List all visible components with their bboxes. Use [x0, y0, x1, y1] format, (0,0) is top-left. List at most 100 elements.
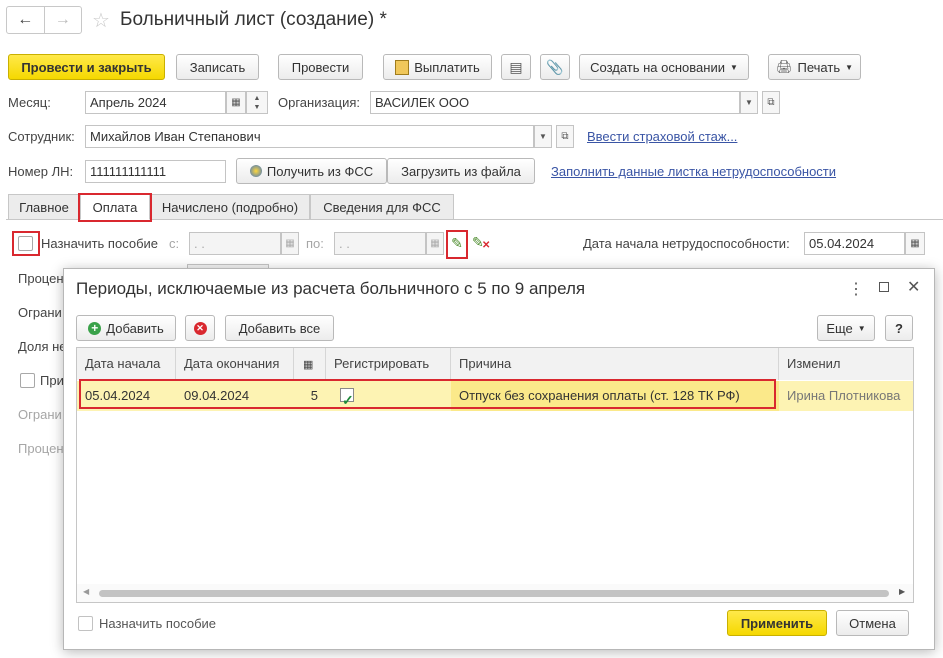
- org-open-button[interactable]: ⧉: [762, 91, 780, 114]
- list-icon: ▤: [509, 58, 523, 75]
- add-label: Добавить: [106, 320, 164, 336]
- apply-button[interactable]: Применить: [727, 610, 827, 636]
- get-fss-label: Получить из ФСС: [266, 163, 374, 179]
- employee-input[interactable]: Михайлов Иван Степанович: [85, 125, 534, 148]
- save-label: Записать: [189, 59, 246, 75]
- tab-accrued[interactable]: Начислено (подробно): [150, 194, 310, 220]
- add-all-button[interactable]: Добавить все: [225, 315, 334, 341]
- calendar-icon: ▦: [430, 238, 440, 249]
- month-input[interactable]: Апрель 2024: [85, 91, 226, 114]
- apply-label: Применить: [740, 615, 814, 631]
- employee-open-button[interactable]: ⧉: [556, 125, 574, 148]
- paperclip-icon: 📎: [546, 58, 564, 75]
- dialog-menu-icon[interactable]: ⋮: [848, 279, 864, 299]
- edit-periods-highlight: [446, 230, 468, 259]
- print-button[interactable]: 🖨 Печать ▼: [768, 54, 861, 80]
- star-icon[interactable]: ☆: [92, 8, 110, 33]
- dialog-title: Периоды, исключаемые из расчета больничн…: [76, 279, 586, 298]
- load-file-label: Загрузить из файла: [401, 163, 521, 179]
- employee-label: Сотрудник:: [8, 129, 75, 144]
- help-label: ?: [895, 320, 903, 336]
- col-days[interactable]: ▦: [294, 348, 326, 380]
- fss-icon: [249, 165, 262, 177]
- dropdown-arrow-icon: ▼: [539, 132, 547, 141]
- post-and-close-label: Провести и закрыть: [21, 59, 152, 75]
- calendar-icon: ▦: [285, 238, 295, 249]
- org-label: Организация:: [278, 95, 361, 110]
- add-button[interactable]: + Добавить: [76, 315, 176, 341]
- calendar-icon: ▦: [910, 238, 920, 249]
- dropdown-arrow-icon: ▼: [745, 98, 753, 107]
- col-start-date[interactable]: Дата начала: [77, 348, 176, 380]
- col-changed-by[interactable]: Изменил: [779, 348, 913, 380]
- to-label: по:: [306, 236, 324, 251]
- fill-data-link[interactable]: Заполнить данные листка нетрудоспособнос…: [551, 164, 836, 179]
- col-end-date[interactable]: Дата окончания: [176, 348, 294, 380]
- ln-input[interactable]: 111111111111: [85, 160, 226, 183]
- clear-periods-button[interactable]: ✎ ✕: [472, 234, 490, 252]
- percent-label-2: Процен: [18, 441, 64, 456]
- scroll-left-icon[interactable]: ◀: [83, 587, 89, 596]
- excluded-periods-dialog: Периоды, исключаемые из расчета больничн…: [63, 268, 935, 650]
- more-label: Еще: [826, 320, 853, 336]
- maximize-icon[interactable]: [879, 282, 889, 292]
- attach-button[interactable]: 📎: [540, 54, 570, 80]
- create-based-button[interactable]: Создать на основании ▼: [579, 54, 749, 80]
- insurance-link[interactable]: Ввести страховой стаж...: [587, 129, 737, 144]
- calendar-button[interactable]: ▦: [226, 91, 246, 114]
- col-register[interactable]: Регистрировать: [326, 348, 451, 380]
- from-label: с:: [169, 236, 180, 251]
- from-calendar-button[interactable]: ▦: [281, 232, 299, 255]
- post-and-close-button[interactable]: Провести и закрыть: [8, 54, 165, 80]
- more-button[interactable]: Еще ▼: [817, 315, 875, 341]
- close-icon[interactable]: ✕: [907, 277, 920, 297]
- add-icon: +: [88, 321, 102, 335]
- org-input[interactable]: ВАСИЛЕК ООО: [370, 91, 740, 114]
- to-date-input[interactable]: . .: [334, 232, 426, 255]
- post-button[interactable]: Провести: [278, 54, 363, 80]
- horizontal-scrollbar[interactable]: ◀ ▶: [77, 584, 913, 602]
- open-icon: ⧉: [561, 131, 569, 142]
- pay-label: Выплатить: [414, 59, 480, 75]
- tab-fss[interactable]: Сведения для ФСС: [310, 194, 454, 220]
- print-label: Печать: [797, 59, 841, 75]
- back-button[interactable]: ←: [7, 7, 45, 33]
- help-button[interactable]: ?: [885, 315, 913, 341]
- cancel-label: Отмена: [849, 615, 896, 631]
- start-date-calendar-button[interactable]: ▦: [905, 232, 925, 255]
- month-stepper[interactable]: ▲ ▼: [246, 91, 268, 114]
- periods-table: Дата начала Дата окончания ▦ Регистриров…: [76, 347, 914, 603]
- footer-assign-checkbox[interactable]: [78, 616, 93, 631]
- list-button[interactable]: ▤: [501, 54, 531, 80]
- add-all-label: Добавить все: [238, 320, 321, 336]
- delete-button[interactable]: ✕: [185, 315, 215, 341]
- start-date-label: Дата начала нетрудоспособности:: [583, 236, 790, 251]
- get-fss-button[interactable]: Получить из ФСС: [236, 158, 387, 184]
- forward-button[interactable]: →: [45, 7, 82, 33]
- pay-button[interactable]: Выплатить: [383, 54, 492, 80]
- limit-label: Ограни: [18, 305, 62, 320]
- assign-benefit-label: Назначить пособие: [41, 236, 159, 251]
- start-date-input[interactable]: 05.04.2024: [804, 232, 905, 255]
- from-date-input[interactable]: . .: [189, 232, 281, 255]
- org-dropdown-button[interactable]: ▼: [740, 91, 758, 114]
- option-checkbox[interactable]: [20, 373, 35, 388]
- option-label: При: [40, 373, 64, 388]
- employee-dropdown-button[interactable]: ▼: [534, 125, 552, 148]
- open-icon: ⧉: [767, 97, 775, 108]
- stepper-up-icon: ▲: [253, 94, 261, 102]
- col-reason[interactable]: Причина: [451, 348, 779, 380]
- cancel-button[interactable]: Отмена: [836, 610, 909, 636]
- tab-main[interactable]: Главное: [8, 194, 80, 220]
- scrollbar-thumb[interactable]: [99, 590, 889, 597]
- save-button[interactable]: Записать: [176, 54, 259, 80]
- arrow-left-icon: ←: [17, 11, 34, 28]
- load-file-button[interactable]: Загрузить из файла: [387, 158, 535, 184]
- month-label: Месяц:: [8, 95, 51, 110]
- scroll-right-icon[interactable]: ▶: [899, 587, 905, 596]
- post-label: Провести: [291, 59, 350, 75]
- delete-icon: ✕: [193, 321, 207, 335]
- cell-changed-by: Ирина Плотникова: [787, 388, 901, 403]
- footer-assign-label: Назначить пособие: [99, 616, 217, 631]
- to-calendar-button[interactable]: ▦: [426, 232, 444, 255]
